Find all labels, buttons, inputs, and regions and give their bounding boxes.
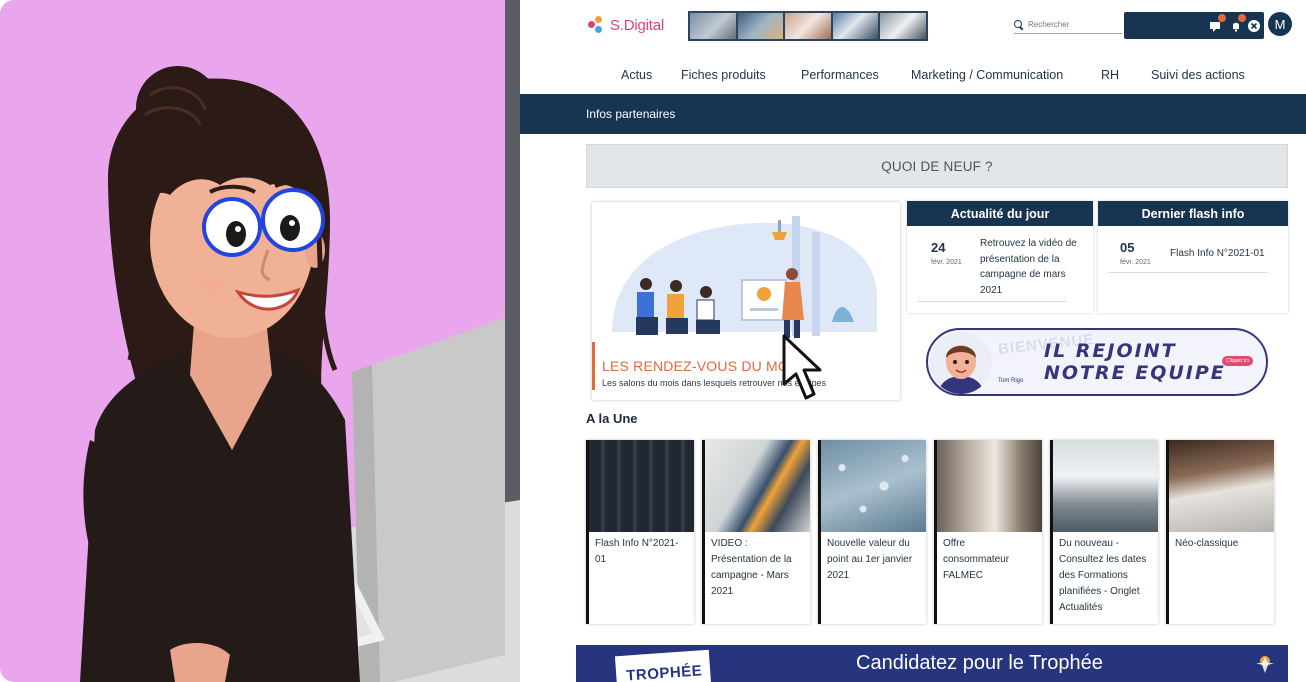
- meeting-illustration: [592, 202, 900, 342]
- user-avatar[interactable]: M: [1268, 12, 1292, 36]
- recruitment-headline: IL REJOINT NOTRE EQUIPE: [1044, 340, 1226, 384]
- rendez-vous-card[interactable]: LES RENDEZ-VOUS DU MOIS Les salons du mo…: [592, 202, 900, 400]
- separator: [1108, 272, 1268, 273]
- header-photo: [785, 13, 831, 39]
- header-bar: S.Digital Rechercher M: [520, 0, 1306, 52]
- nav-item-rh[interactable]: RH: [1101, 68, 1119, 82]
- notification-badge: [1238, 14, 1246, 22]
- une-image-building: [589, 440, 694, 532]
- flash-header: Dernier flash info: [1098, 201, 1288, 226]
- une-text: Offre consommateur FALMEC: [943, 538, 1010, 581]
- une-image-worker: [705, 440, 810, 532]
- flash-day: 05: [1120, 240, 1135, 255]
- notification-badge: [1218, 14, 1226, 22]
- logo-mark-icon: [588, 16, 606, 34]
- header-photo: [832, 13, 879, 39]
- une-card[interactable]: Flash Info N°2021- 01: [586, 440, 694, 624]
- header-photo: [690, 13, 736, 39]
- nav-item-fiches-produits[interactable]: Fiches produits: [681, 68, 766, 82]
- accent-bar: [592, 342, 595, 390]
- brand-logo[interactable]: S.Digital: [588, 16, 664, 34]
- une-image-kitchen: [937, 440, 1042, 532]
- une-text: Néo-classique: [1175, 538, 1239, 549]
- search-box[interactable]: [1014, 16, 1122, 34]
- nav-item-marketing-communication[interactable]: Marketing / Communication: [911, 68, 1063, 82]
- une-image-raindrops: [821, 440, 926, 532]
- separator: [917, 301, 1067, 302]
- nav-item-actus[interactable]: Actus: [621, 68, 652, 82]
- trophy-emblem-icon: [1256, 656, 1274, 673]
- une-text: Nouvelle valeur du point au 1er janvier …: [827, 538, 913, 581]
- une-text: VIDEO : Présentation de la campagne - Ma…: [711, 538, 792, 597]
- une-card[interactable]: Offre consommateur FALMEC: [934, 440, 1042, 624]
- une-card[interactable]: Du nouveau - Consultez les dates des For…: [1050, 440, 1158, 624]
- header-photo-strip: [688, 11, 928, 41]
- recruit-name: Tom Rigo: [998, 378, 1024, 384]
- actualite-du-jour-card[interactable]: Actualité du jour 24 févr. 2021 Retrouve…: [907, 201, 1093, 313]
- sub-nav-item-infos-partenaires[interactable]: Infos partenaires: [586, 107, 675, 121]
- woman-illustration: [0, 0, 520, 682]
- message-icon[interactable]: [1210, 14, 1226, 32]
- bell-icon[interactable]: [1230, 14, 1246, 32]
- trophy-banner[interactable]: TROPHÉE Candidatez pour le Trophée: [576, 645, 1288, 682]
- une-card[interactable]: Néo-classique: [1166, 440, 1274, 624]
- une-text: Du nouveau - Consultez les dates des For…: [1059, 538, 1147, 613]
- une-card[interactable]: Nouvelle valeur du point au 1er janvier …: [818, 440, 926, 624]
- actualite-day: 24: [931, 240, 946, 255]
- nav-item-performances[interactable]: Performances: [801, 68, 879, 82]
- intranet-screen: S.Digital Rechercher M Actus Fiches prod…: [520, 0, 1306, 682]
- une-image-interior: [1169, 440, 1274, 532]
- flash-text: Flash Info N°2021-01: [1170, 248, 1265, 259]
- cliquez-ici-button[interactable]: Cliquez ici: [1222, 356, 1253, 366]
- close-icon[interactable]: [1248, 19, 1260, 32]
- brand-name: S.Digital: [610, 16, 665, 34]
- search-input[interactable]: [1028, 20, 1112, 29]
- actualite-header: Actualité du jour: [907, 201, 1093, 226]
- section-banner: QUOI DE NEUF ?: [586, 144, 1288, 188]
- dernier-flash-info-card[interactable]: Dernier flash info 05 févr. 2021 Flash I…: [1098, 201, 1288, 313]
- header-photo: [737, 13, 784, 39]
- search-icon: [1014, 19, 1024, 30]
- recruit-avatar: [930, 332, 992, 394]
- sub-navigation: Infos partenaires: [520, 94, 1306, 134]
- actualite-month: févr. 2021: [931, 259, 962, 266]
- trophy-banner-text: Candidatez pour le Trophée: [856, 652, 1103, 674]
- trophy-logo-text: TROPHÉE: [625, 662, 703, 682]
- header-photo: [880, 13, 926, 39]
- mouse-cursor-icon: [782, 334, 822, 400]
- flash-month: févr. 2021: [1120, 259, 1151, 266]
- a-la-une-title: A la Une: [586, 411, 638, 426]
- recruitment-banner[interactable]: BIENVENUE Tom Rigo IL REJOINT NOTRE EQUI…: [926, 328, 1268, 396]
- user-toolbar: [1124, 12, 1264, 39]
- main-navigation: Actus Fiches produits Performances Marke…: [520, 64, 1306, 88]
- actualite-text: Retrouvez la vidéo de présentation de la…: [980, 238, 1077, 296]
- une-text: Flash Info N°2021- 01: [595, 538, 679, 565]
- illustration-woman-at-computer: [0, 0, 520, 682]
- trophy-logo: TROPHÉE: [614, 649, 712, 682]
- rendez-vous-title: LES RENDEZ-VOUS DU MOIS: [602, 358, 803, 374]
- video-frame: S.Digital Rechercher M Actus Fiches prod…: [0, 0, 1306, 682]
- une-card[interactable]: VIDEO : Présentation de la campagne - Ma…: [702, 440, 810, 624]
- une-image-meeting-room: [1053, 440, 1158, 532]
- nav-item-suivi-des-actions[interactable]: Suivi des actions: [1151, 68, 1245, 82]
